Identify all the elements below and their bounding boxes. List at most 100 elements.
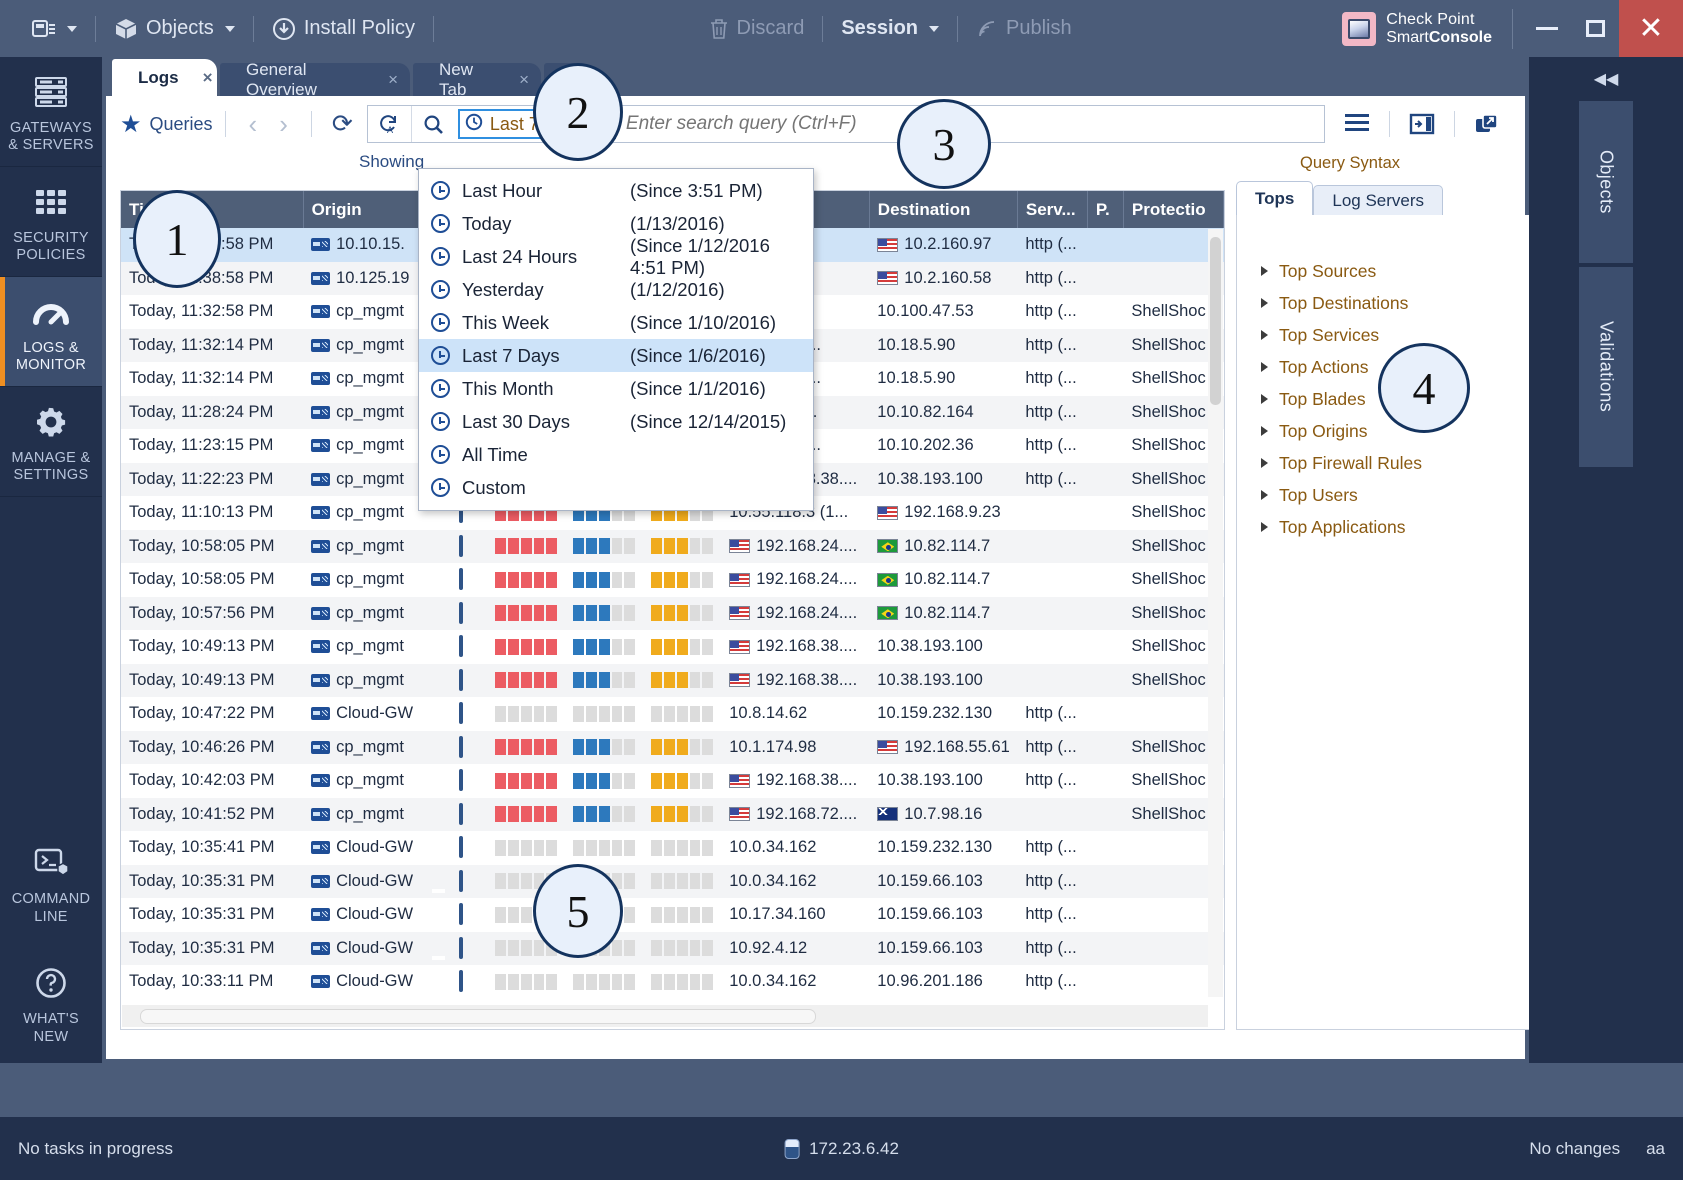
scrollbar-thumb[interactable] — [1210, 237, 1221, 405]
close-button[interactable]: ✕ — [1619, 0, 1683, 57]
time-menu-item[interactable]: All Time — [419, 438, 813, 471]
tops-item[interactable]: Top Sources — [1261, 255, 1535, 287]
table-row[interactable]: Today, 10:47:22 PMCloud-GW10.8.14.6210.1… — [121, 697, 1224, 731]
cell-bar-red — [487, 697, 565, 731]
session-button[interactable]: Session — [827, 10, 953, 48]
time-menu-item[interactable]: Last Hour(Since 3:51 PM) — [419, 174, 813, 207]
status-server[interactable]: 172.23.6.42 — [784, 1139, 899, 1159]
status-user[interactable]: aa — [1646, 1139, 1665, 1159]
column-header-origin[interactable]: Origin — [303, 191, 421, 228]
time-menu-item[interactable]: Last 7 Days(Since 1/6/2016) — [419, 339, 813, 372]
chevron-right-icon[interactable]: › — [268, 109, 299, 140]
status-changes[interactable]: No changes — [1529, 1139, 1620, 1159]
tops-item[interactable]: Top Applications — [1261, 511, 1535, 543]
table-row[interactable]: Today, 10:57:56 PMcp_mgmt192.168.24....1… — [121, 597, 1224, 631]
table-row[interactable]: Today, 10:46:26 PMcp_mgmt10.1.174.98192.… — [121, 731, 1224, 765]
hamburger-menu-icon[interactable] — [1335, 106, 1379, 142]
time-menu-item[interactable]: This Month(Since 1/1/2016) — [419, 372, 813, 405]
publish-button[interactable]: Publish — [962, 10, 1086, 48]
cell-bar-blue — [565, 597, 643, 631]
table-row[interactable]: Today, 10:33:11 PMCloud-GW10.0.34.16210.… — [121, 965, 1224, 999]
sidebar-item-whats-new[interactable]: WHAT'S NEW — [0, 943, 102, 1063]
time-menu-item-label: Last 24 Hours — [462, 246, 630, 268]
sidebar-item-logs-monitor[interactable]: LOGS & MONITOR — [0, 277, 102, 387]
tab-new-tab[interactable]: New Tab × — [413, 63, 541, 97]
cell-origin: cp_mgmt — [303, 731, 421, 765]
minimize-button[interactable] — [1523, 0, 1571, 57]
time-menu-item[interactable]: Custom — [419, 471, 813, 504]
chevron-left-icon[interactable]: ‹ — [238, 109, 269, 140]
cell-origin: cp_mgmt — [303, 463, 421, 497]
sidebar-item-label-2: LINE — [12, 909, 91, 926]
tops-item[interactable]: Top Destinations — [1261, 287, 1535, 319]
question-circle-icon — [30, 964, 72, 1002]
tops-item[interactable]: Top Users — [1261, 479, 1535, 511]
tab-tops[interactable]: Tops — [1236, 181, 1313, 215]
sidebar-item-gateways-servers[interactable]: GATEWAYS & SERVERS — [0, 57, 102, 167]
cell-source: 10.0.34.162 — [721, 965, 869, 999]
dock-tab-validations[interactable]: Validations — [1579, 267, 1633, 467]
column-header-service[interactable]: Serv... — [1017, 191, 1087, 228]
objects-button[interactable]: Objects — [100, 10, 249, 48]
table-row[interactable]: Today, 10:35:31 PMCloud-GW10.17.34.16010… — [121, 898, 1224, 932]
favorites-star-icon[interactable]: ★ — [120, 110, 142, 139]
time-menu-item[interactable]: This Week(Since 1/10/2016) — [419, 306, 813, 339]
column-header-destination[interactable]: Destination — [869, 191, 1017, 228]
toggle-side-panel-icon[interactable] — [1400, 106, 1444, 142]
dock-tab-objects[interactable]: Objects — [1579, 101, 1633, 263]
cell-time: Today, 11:10:13 PM — [121, 496, 303, 530]
table-row[interactable]: Today, 10:58:05 PMcp_mgmt192.168.24....1… — [121, 530, 1224, 564]
query-syntax-link[interactable]: Query Syntax — [1300, 154, 1400, 173]
cell-destination: 10.10.82.164 — [869, 396, 1017, 430]
refresh-icon[interactable]: ⟳ — [324, 109, 361, 139]
table-horizontal-scrollbar[interactable] — [122, 1005, 1208, 1027]
tops-item[interactable]: Top Firewall Rules — [1261, 447, 1535, 479]
table-row[interactable]: Today, 10:41:52 PMcp_mgmt192.168.72....1… — [121, 798, 1224, 832]
cell-bar-amber — [643, 563, 721, 597]
close-icon[interactable]: × — [519, 70, 529, 90]
table-vertical-scrollbar[interactable] — [1208, 229, 1223, 997]
open-in-new-window-icon[interactable] — [1465, 106, 1509, 142]
cell-service: http (... — [1017, 865, 1087, 899]
time-menu-item[interactable]: Last 24 Hours(Since 1/12/2016 4:51 PM) — [419, 240, 813, 273]
time-menu-item-label: This Month — [462, 378, 630, 400]
sidebar-item-security-policies[interactable]: SECURITY POLICIES — [0, 167, 102, 277]
table-row[interactable]: Today, 10:58:05 PMcp_mgmt192.168.24....1… — [121, 563, 1224, 597]
console-menu-button[interactable] — [18, 10, 91, 48]
discard-button[interactable]: Discard — [695, 10, 819, 48]
clear-query-icon[interactable]: A — [368, 106, 412, 142]
gateway-icon — [311, 841, 330, 854]
time-menu-item[interactable]: Last 30 Days(Since 12/14/2015) — [419, 405, 813, 438]
tab-logs[interactable]: Logs × — [112, 59, 217, 97]
country-flag-icon — [729, 606, 750, 620]
cell-time: Today, 10:49:13 PM — [121, 664, 303, 698]
tab-general-overview[interactable]: General Overview × — [220, 63, 410, 97]
table-row[interactable]: Today, 10:35:31 PMCloud-GW10.92.4.1210.1… — [121, 932, 1224, 966]
table-row[interactable]: Today, 10:49:13 PMcp_mgmt192.168.38....1… — [121, 630, 1224, 664]
sidebar-item-command-line[interactable]: COMMAND LINE — [0, 823, 102, 943]
collapse-panel-icon[interactable]: ◀◀ — [1529, 57, 1683, 101]
search-icon[interactable] — [412, 106, 456, 142]
cell-log-detail — [451, 664, 487, 698]
column-header-protection[interactable]: Protectio — [1123, 191, 1223, 228]
table-row[interactable]: Today, 10:35:41 PMCloud-GW10.0.34.16210.… — [121, 831, 1224, 865]
close-icon[interactable]: × — [388, 70, 398, 90]
cell-destination: 10.82.114.7 — [869, 530, 1017, 564]
time-filter-menu[interactable]: Last Hour(Since 3:51 PM)Today(1/13/2016)… — [418, 168, 814, 511]
install-policy-button[interactable]: Install Policy — [258, 10, 429, 48]
maximize-button[interactable] — [1571, 0, 1619, 57]
sidebar-item-manage-settings[interactable]: MANAGE & SETTINGS — [0, 387, 102, 497]
queries-button[interactable]: Queries — [150, 114, 213, 135]
sidebar-item-label-2: SETTINGS — [12, 467, 91, 484]
column-header-p[interactable]: P. — [1087, 191, 1123, 228]
table-row[interactable]: Today, 10:42:03 PMcp_mgmt192.168.38....1… — [121, 764, 1224, 798]
table-row[interactable]: Today, 10:49:13 PMcp_mgmt192.168.38....1… — [121, 664, 1224, 698]
tab-log-servers[interactable]: Log Servers — [1313, 185, 1443, 215]
table-row[interactable]: Today, 10:35:31 PMCloud-GW10.0.34.16210.… — [121, 865, 1224, 899]
tops-item[interactable]: Top Services — [1261, 319, 1535, 351]
cell-protection-icon — [1087, 630, 1123, 664]
metric-bar — [573, 706, 635, 722]
scrollbar-thumb[interactable] — [140, 1009, 816, 1024]
log-detail-icon — [459, 937, 463, 959]
close-icon[interactable]: × — [203, 68, 213, 88]
